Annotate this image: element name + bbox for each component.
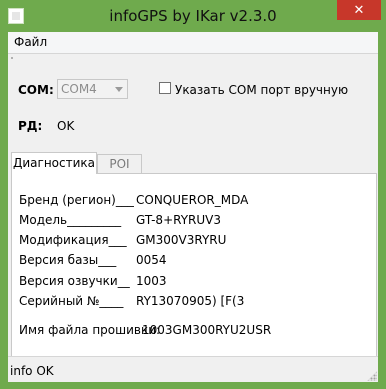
title-bar[interactable]: infoGPS by IKar v2.3.0 ✕ (0, 0, 386, 32)
resize-grip-icon[interactable] (367, 371, 377, 381)
app-window: infoGPS by IKar v2.3.0 ✕ Файл COM: COM4 … (0, 0, 386, 389)
menu-bar: Файл (8, 32, 378, 54)
com-port-value: COM4 (61, 82, 97, 96)
menu-file[interactable]: Файл (14, 35, 47, 49)
close-icon: ✕ (353, 2, 365, 18)
brand-label: Бренд (регион)___ (19, 193, 134, 207)
rd-label: РД: (18, 119, 43, 133)
db-version-label: Версия базы___ (19, 253, 117, 267)
close-button[interactable]: ✕ (337, 0, 381, 20)
diagnostics-panel: Бренд (регион)___ CONQUEROR_MDA Модель__… (11, 173, 377, 364)
serial-label: Серийный №____ (19, 294, 124, 308)
separator-dot (11, 57, 13, 59)
window-title: infoGPS by IKar v2.3.0 (109, 7, 277, 25)
modification-value: GM300V3RYRU (136, 233, 227, 247)
manual-com-label[interactable]: Указать COM порт вручную (175, 83, 348, 97)
client-area: Файл COM: COM4 Указать COM порт вручную … (8, 32, 378, 382)
tab-poi[interactable]: POI (97, 154, 142, 173)
voice-version-label: Версия озвучки__ (19, 274, 130, 288)
model-value: GT-8+RYRUV3 (136, 213, 221, 227)
status-bar: info OK (8, 356, 378, 382)
rd-value: OK (57, 119, 75, 133)
chevron-down-icon (115, 87, 123, 92)
db-version-value: 0054 (136, 253, 167, 267)
tab-diagnostics[interactable]: Диагностика (11, 152, 97, 174)
manual-com-checkbox[interactable] (159, 82, 171, 94)
model-label: Модель_________ (19, 213, 122, 227)
modification-label: Модификация___ (19, 233, 127, 247)
brand-value: CONQUEROR_MDA (136, 193, 249, 207)
com-port-select[interactable]: COM4 (57, 79, 128, 99)
serial-value: RY13070905) [F(3 (136, 294, 245, 308)
status-text: info OK (10, 364, 54, 378)
firmware-label: Имя файла прошивки: (19, 323, 161, 337)
com-label: COM: (18, 83, 54, 97)
voice-version-value: 1003 (136, 274, 167, 288)
firmware-value: 1003GM300RYU2USR (142, 323, 272, 337)
